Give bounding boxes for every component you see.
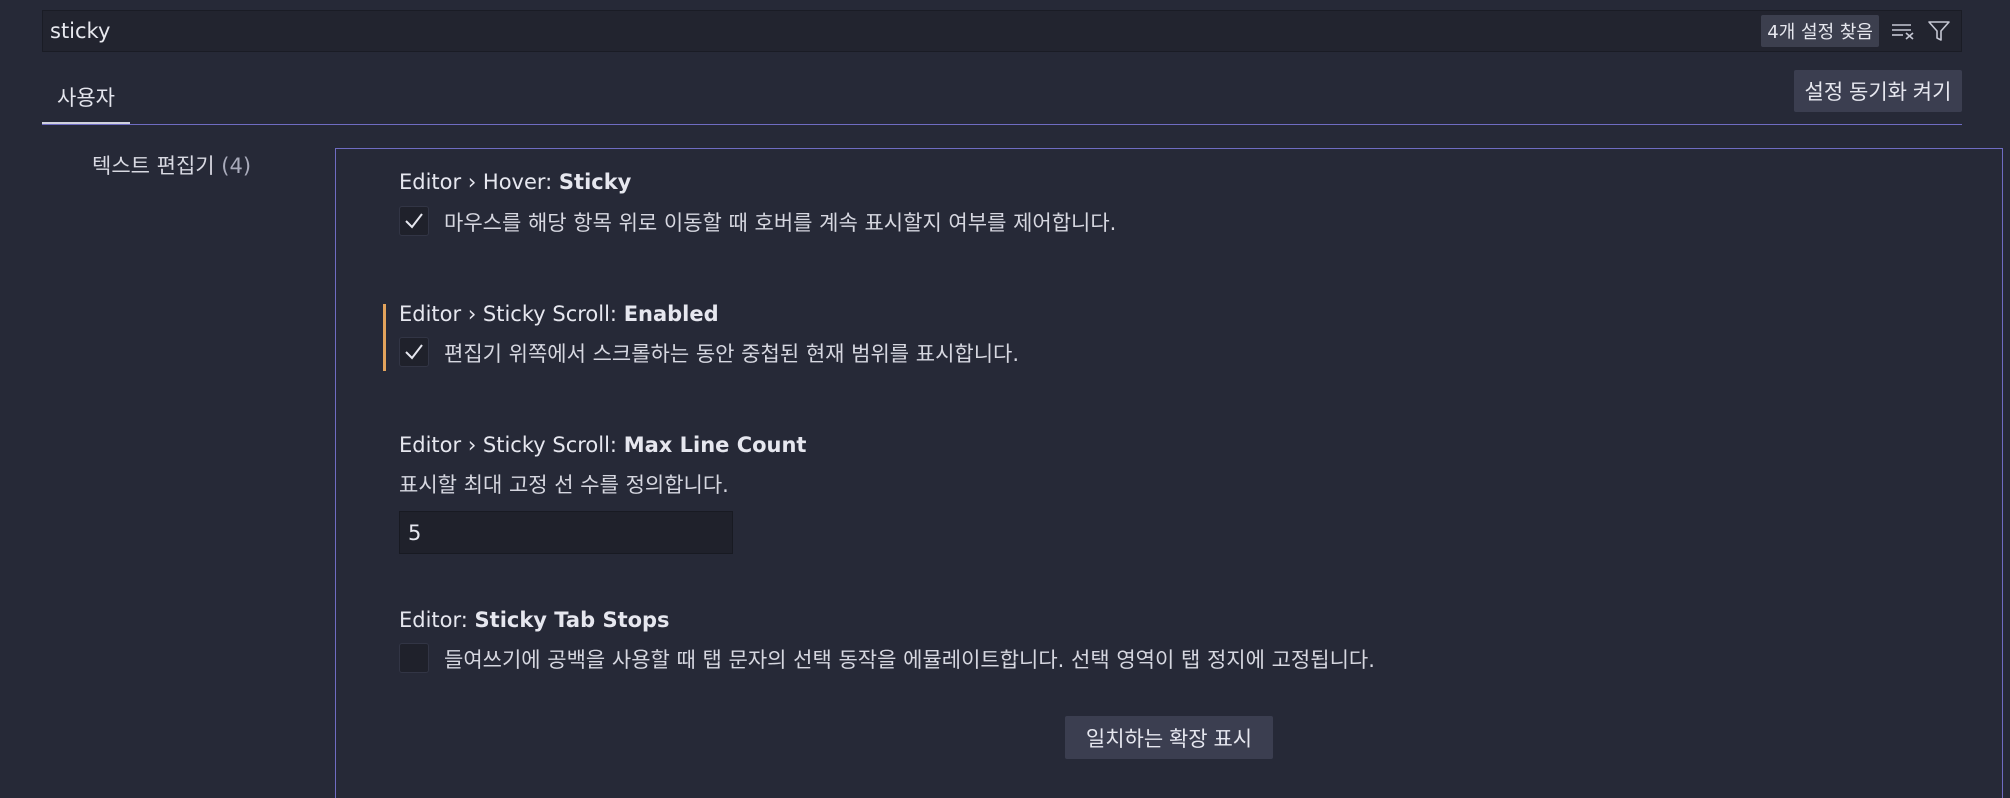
setting-checkbox[interactable] xyxy=(399,643,429,673)
filter-icon[interactable] xyxy=(1925,17,1953,45)
settings-list: Editor › Hover: Sticky 마우스를 해당 항목 위로 이동할… xyxy=(335,148,2003,798)
setting-description: 편집기 위쪽에서 스크롤하는 동안 중첩된 현재 범위를 표시합니다. xyxy=(444,342,1020,366)
setting-title: Editor › Sticky Scroll: Max Line Count xyxy=(399,433,806,457)
setting-title: Editor › Hover: Sticky xyxy=(399,170,631,194)
setting-checkbox[interactable] xyxy=(399,337,429,367)
modified-indicator xyxy=(383,304,386,371)
clear-filter-icon[interactable] xyxy=(1889,17,1917,45)
search-input[interactable] xyxy=(43,11,1762,51)
setting-sticky-scroll-max-line-count: Editor › Sticky Scroll: Max Line Count 표… xyxy=(336,411,1936,587)
search-bar: 4개 설정 찾음 xyxy=(42,10,1962,52)
setting-checkbox[interactable] xyxy=(399,206,429,236)
setting-description: 들여쓰기에 공백을 사용할 때 탭 문자의 선택 동작을 에뮬레이트합니다. 선… xyxy=(444,648,1375,672)
setting-title: Editor: Sticky Tab Stops xyxy=(399,608,670,632)
result-count-badge: 4개 설정 찾음 xyxy=(1761,15,1879,47)
setting-title-prefix: Editor › Hover: xyxy=(399,170,559,194)
setting-title-key: Sticky Tab Stops xyxy=(474,608,670,632)
toc-item-label: 텍스트 편집기 xyxy=(92,154,215,178)
show-matching-extensions-button[interactable]: 일치하는 확장 표시 xyxy=(1065,716,1273,759)
setting-title-key: Enabled xyxy=(623,302,719,326)
toc-item-count: (4) xyxy=(221,154,252,178)
setting-description: 표시할 최대 고정 선 수를 정의합니다. xyxy=(399,473,729,497)
setting-sticky-tab-stops: Editor: Sticky Tab Stops 들여쓰기에 공백을 사용할 때… xyxy=(336,587,1936,717)
toc-item-text-editor[interactable]: 텍스트 편집기 (4) xyxy=(92,150,251,180)
setting-title-prefix: Editor › Sticky Scroll: xyxy=(399,302,624,326)
max-line-count-input[interactable] xyxy=(399,511,733,554)
tab-divider xyxy=(42,124,1962,125)
check-icon xyxy=(405,213,423,229)
check-icon xyxy=(405,344,423,360)
setting-title-key: Max Line Count xyxy=(623,433,807,457)
setting-description: 마우스를 해당 항목 위로 이동할 때 호버를 계속 표시할지 여부를 제어합니… xyxy=(444,211,1117,235)
turn-on-settings-sync-button[interactable]: 설정 동기화 켜기 xyxy=(1794,70,1962,112)
setting-title-key: Sticky xyxy=(558,170,632,194)
setting-title: Editor › Sticky Scroll: Enabled xyxy=(399,302,719,326)
setting-hover-sticky: Editor › Hover: Sticky 마우스를 해당 항목 위로 이동할… xyxy=(336,149,1936,279)
tab-user[interactable]: 사용자 xyxy=(42,72,130,124)
setting-title-prefix: Editor › Sticky Scroll: xyxy=(399,433,624,457)
setting-sticky-scroll-enabled: Editor › Sticky Scroll: Enabled 편집기 위쪽에서… xyxy=(336,279,1936,411)
setting-title-prefix: Editor: xyxy=(399,608,475,632)
